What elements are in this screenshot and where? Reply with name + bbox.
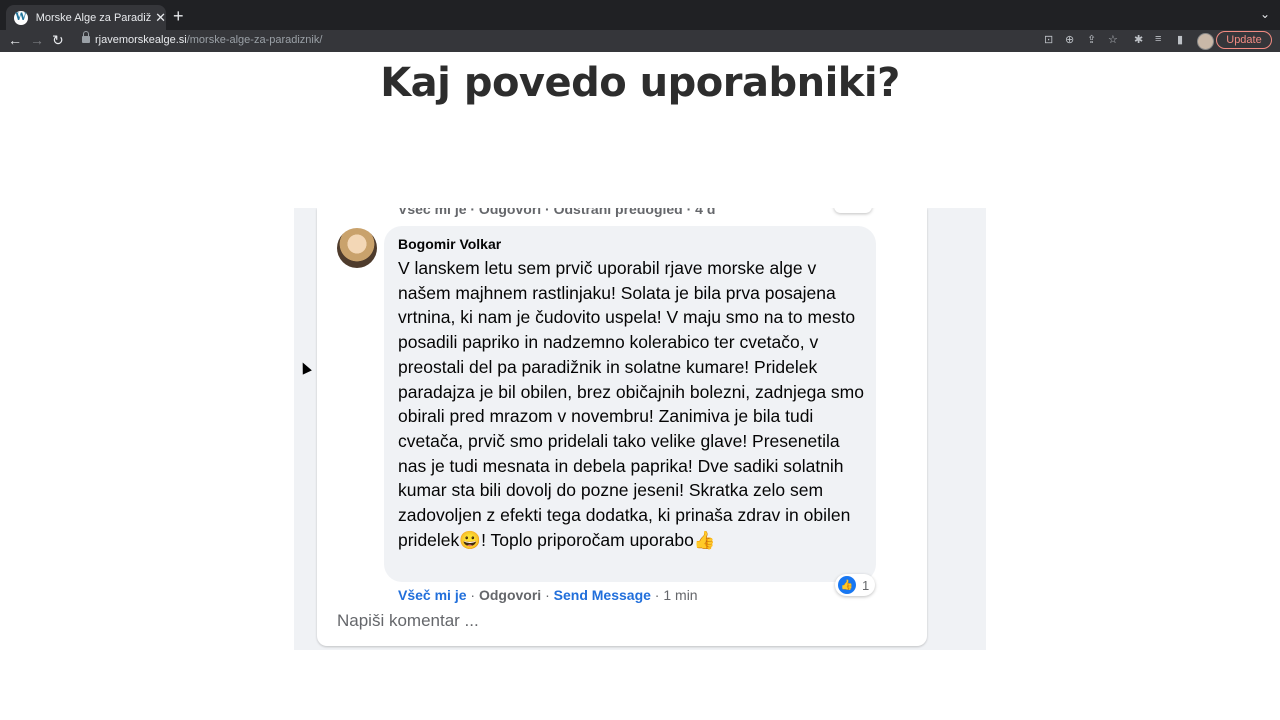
wordpress-icon: W: [14, 10, 28, 25]
close-tab-icon[interactable]: ✕: [155, 10, 166, 26]
side-panel-icon[interactable]: ▮: [1177, 33, 1183, 46]
reply-link[interactable]: Odgovori: [479, 587, 541, 603]
separator: ·: [545, 587, 554, 603]
lock-icon[interactable]: [82, 31, 90, 43]
previous-comment-actions: Všeč mi je · Odgovori · Odstrani predogl…: [398, 208, 716, 217]
extensions-icon[interactable]: ✱: [1134, 33, 1143, 46]
translate-icon[interactable]: ⊡: [1044, 33, 1053, 46]
share-icon[interactable]: ⇪: [1087, 33, 1096, 46]
forward-icon[interactable]: →: [30, 32, 44, 48]
chevron-down-icon[interactable]: ⌄: [1260, 7, 1270, 21]
comment-author: Bogomir Volkar: [398, 236, 502, 252]
zoom-icon[interactable]: ⊕: [1065, 33, 1074, 46]
reload-icon[interactable]: ↻: [52, 32, 64, 49]
like-link[interactable]: Všeč mi je: [398, 587, 467, 603]
page-heading: Kaj povedo uporabniki?: [380, 60, 900, 106]
tab-title: Morske Alge za Paradižnik - Rj: [35, 11, 152, 24]
new-tab-icon[interactable]: +: [173, 6, 184, 27]
testimonial-screenshot: Všeč mi je · Odgovori · Odstrani predogl…: [294, 208, 986, 650]
url-text: rjavemorskealge.si/morske-alge-za-paradi…: [95, 34, 323, 46]
separator: ·: [470, 587, 479, 603]
browser-toolbar: ← → ↻ rjavemorskealge.si/morske-alge-za-…: [0, 30, 1280, 52]
comment-time: 1 min: [663, 587, 698, 603]
comment-card: Všeč mi je · Odgovori · Odstrani predogl…: [317, 208, 927, 646]
reading-list-icon[interactable]: ≡: [1155, 33, 1161, 45]
browser-tab[interactable]: W Morske Alge za Paradižnik - Rj ✕: [6, 5, 166, 30]
tab-strip: W Morske Alge za Paradižnik - Rj ✕ + ⌄: [0, 0, 1280, 30]
comment-text: V lanskem letu sem prvič uporabil rjave …: [398, 258, 864, 550]
update-button[interactable]: Update: [1216, 31, 1272, 49]
comment-actions: Všeč mi je · Odgovori · Send Message · 1…: [398, 587, 698, 603]
previous-reaction-pill: [834, 208, 872, 213]
thumbs-up-icon: 👍: [838, 576, 856, 594]
comment-bubble: Bogomir Volkar V lanskem letu sem prvič …: [384, 226, 876, 582]
address-bar[interactable]: rjavemorskealge.si/morske-alge-za-paradi…: [76, 31, 1206, 51]
send-message-link[interactable]: Send Message: [554, 587, 651, 603]
profile-avatar[interactable]: [1197, 33, 1214, 50]
reaction-count: 1: [862, 577, 870, 593]
reaction-pill[interactable]: 👍 1: [835, 574, 875, 596]
avatar: [337, 228, 377, 268]
write-comment-placeholder: Napiši komentar ...: [337, 611, 479, 630]
bookmark-star-icon[interactable]: ☆: [1108, 33, 1118, 46]
back-icon[interactable]: ←: [8, 32, 22, 48]
